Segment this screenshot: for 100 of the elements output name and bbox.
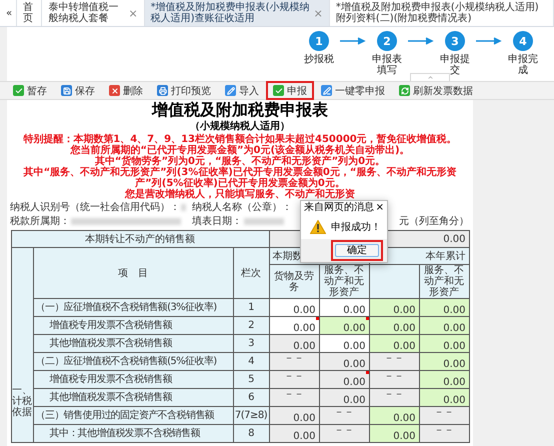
- toolbar-button[interactable]: 导入: [220, 83, 264, 98]
- table-cell: 0.00: [370, 335, 420, 353]
- redacted-text: [181, 204, 186, 210]
- table-cell: 0.00: [370, 299, 420, 317]
- input-field[interactable]: 0.00: [270, 299, 320, 317]
- check-icon: [273, 85, 284, 96]
- toolbar-button[interactable]: 暂存: [8, 83, 52, 98]
- table-cell: －－: [270, 389, 320, 407]
- step-number: 1: [309, 31, 329, 51]
- pencil-icon: [321, 85, 332, 96]
- header-cell: 服务、不动产和无形资产: [320, 265, 370, 299]
- table-cell: 0.00: [370, 317, 420, 335]
- tab[interactable]: 泰中转增值税一般纳税人套餐 ×: [42, 0, 145, 26]
- line-number: 7(7≥8): [234, 407, 270, 425]
- line-number: 8: [234, 425, 270, 443]
- dialog-title: 来自网页的消息: [304, 202, 374, 214]
- table-cell: 0.00: [420, 371, 470, 389]
- tab[interactable]: *增值税及附加税费申报表(小规模纳税人适用)附列资料(二)(附加税费情况表): [330, 0, 554, 26]
- table-cell: 0.00: [420, 353, 470, 371]
- table-cell: 0.00: [320, 353, 370, 371]
- check-icon: [13, 85, 24, 96]
- table-cell: －－: [420, 425, 470, 443]
- notice-text: 您是营改增纳税人，只能填写服务、不动产和无形资: [125, 189, 355, 200]
- notice-text: 其中“服务、不动产和无形资产”列(3%征收率)已代开专用发票金额0元，“服务、不动产和无形资产”列(5%征收率)已代开专用发票金额为0元。: [22, 167, 458, 189]
- table-cell: －－: [370, 353, 420, 371]
- step-label: 申报提交: [440, 54, 470, 76]
- input-field[interactable]: 0.00: [320, 335, 370, 353]
- toolbar-button[interactable]: 删除: [104, 83, 148, 98]
- printer-icon: [157, 85, 168, 96]
- dialog-message: 申报成功！: [331, 220, 381, 234]
- table-cell: 0.00: [320, 389, 370, 407]
- table-cell: 0.00: [420, 389, 470, 407]
- line-number: 2: [234, 317, 270, 335]
- notice-text: 其中“货物劳务”列为0元，“服务、不动产和无形资产”列为0元。: [94, 156, 386, 167]
- table-cell: 0.00: [320, 317, 370, 335]
- close-icon[interactable]: ×: [376, 202, 384, 214]
- tab[interactable]: 首页: [16, 0, 42, 26]
- table-cell: －－: [370, 389, 420, 407]
- step-arrow: [340, 37, 366, 45]
- table-cell: －－: [270, 371, 320, 389]
- line-number: 6: [234, 389, 270, 407]
- table-cell: 0.00: [420, 317, 470, 335]
- info-label: 纳税人名称（公章）：: [192, 200, 292, 214]
- row-label: 增值税专用发票不含税销售额: [34, 317, 234, 335]
- section-label: 一、计税依据: [12, 248, 34, 443]
- table-cell: －－: [370, 371, 420, 389]
- tab[interactable]: «: [0, 0, 17, 26]
- step-label: 抄报税: [304, 54, 334, 65]
- table-cell: 0.00: [370, 407, 420, 425]
- line-number: 1: [234, 299, 270, 317]
- table-cell: －－: [320, 425, 370, 443]
- notice-text: 您当前所属期的“已代开专用发票金额”为0元(该金额从税务机关自动带出)。: [70, 145, 410, 156]
- ok-button[interactable]: 确定: [335, 244, 379, 257]
- step-arrow: [408, 37, 434, 45]
- info-label: 税款所属期：: [10, 214, 70, 228]
- row-label: （三）销售使用过的固定资产不含税销售额: [34, 407, 234, 425]
- save-icon: [61, 85, 72, 96]
- header-cell: 项 目: [34, 248, 234, 299]
- step-number: 3: [445, 31, 465, 51]
- table-cell: 0.00: [270, 425, 320, 443]
- header-cell: 栏次: [234, 248, 270, 299]
- form-subtitle: （小规模纳税人适用）: [190, 120, 290, 133]
- row-label: 其他增值税发票不含税销售额: [34, 335, 234, 353]
- delete-icon: [109, 85, 120, 96]
- row-label: 其中：其他增值税发票不含税销售额: [34, 425, 234, 443]
- header-cell: 服务、不动产和无形资产: [420, 265, 470, 299]
- row-label: 增值税专用发票不含税销售额: [34, 371, 234, 389]
- step-label: 申报表填写: [372, 54, 402, 76]
- table-cell: 0.00: [370, 425, 420, 443]
- header-cell: [370, 265, 420, 299]
- line-number: 4: [234, 353, 270, 371]
- table-cell: －－: [320, 407, 370, 425]
- info-label: 填表日期：: [192, 214, 242, 228]
- toolbar-button[interactable]: 申报: [268, 83, 312, 98]
- input-field[interactable]: 0.00: [270, 317, 320, 335]
- step-number: 4: [513, 31, 533, 51]
- toolbar-button[interactable]: 保存: [56, 83, 100, 98]
- line-number: 5: [234, 371, 270, 389]
- table-cell: 0.00: [270, 407, 320, 425]
- input-field[interactable]: 0.00: [320, 299, 370, 317]
- table-cell: 0.00: [320, 371, 370, 389]
- table-cell: 0.00: [420, 299, 470, 317]
- refresh-icon: [399, 85, 410, 96]
- toolbar-button[interactable]: 一键零申报: [316, 83, 390, 98]
- close-icon[interactable]: ×: [128, 8, 138, 18]
- form-title: 增值税及附加税费申报表: [152, 100, 328, 120]
- step-number: 2: [377, 31, 397, 51]
- toolbar-button[interactable]: 刷新发票数据: [394, 83, 478, 98]
- table-cell: 0.00: [270, 335, 320, 353]
- step-arrow: [476, 37, 502, 45]
- warning-icon: [310, 220, 326, 234]
- pencil-icon: [225, 85, 236, 96]
- toolbar-button[interactable]: 打印预览: [152, 83, 216, 98]
- row-label: 其他增值税发票不含税销售额: [34, 389, 234, 407]
- line-number: 3: [234, 335, 270, 353]
- unit-label: 元（列至角分）: [399, 215, 469, 228]
- collapse-handle[interactable]: [410, 73, 450, 81]
- table-cell: －－: [270, 353, 320, 371]
- info-label: 纳税人识别号（统一社会信用代码）：: [10, 200, 180, 214]
- row-label: （一）应征增值税不含税销售额(3%征收率): [34, 299, 234, 317]
